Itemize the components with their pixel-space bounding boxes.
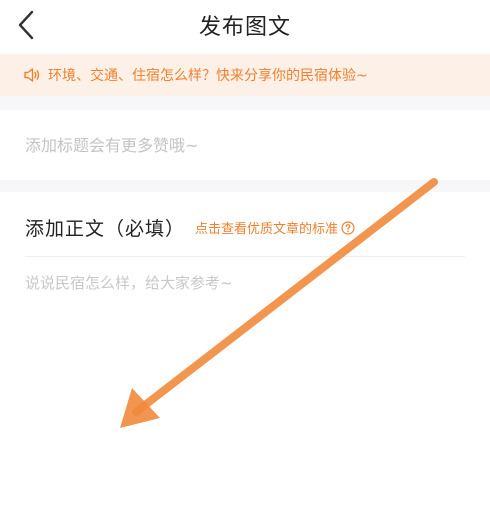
body-heading: 添加正文（必填） — [25, 218, 186, 240]
page-title: 发布图文 — [198, 15, 291, 40]
section-divider — [0, 180, 490, 192]
body-section: 添加正文（必填） 点击查看优质文章的标准 — [0, 192, 490, 518]
title-input[interactable] — [0, 110, 490, 180]
section-divider — [0, 96, 490, 110]
quality-standards-link[interactable]: 点击查看优质文章的标准 — [195, 218, 338, 237]
question-circle-icon[interactable] — [341, 220, 355, 235]
notice-text: 环境、交通、住宿怎么样？快来分享你的民宿体验~ — [48, 68, 368, 84]
heading-divider — [25, 256, 465, 257]
navigation-bar: 发布图文 — [0, 0, 490, 52]
body-textarea[interactable] — [0, 258, 490, 508]
body-heading-row: 添加正文（必填） 点击查看优质文章的标准 — [25, 214, 355, 241]
notice-banner: 环境、交通、住宿怎么样？快来分享你的民宿体验~ — [0, 54, 490, 96]
speaker-icon — [22, 65, 42, 85]
